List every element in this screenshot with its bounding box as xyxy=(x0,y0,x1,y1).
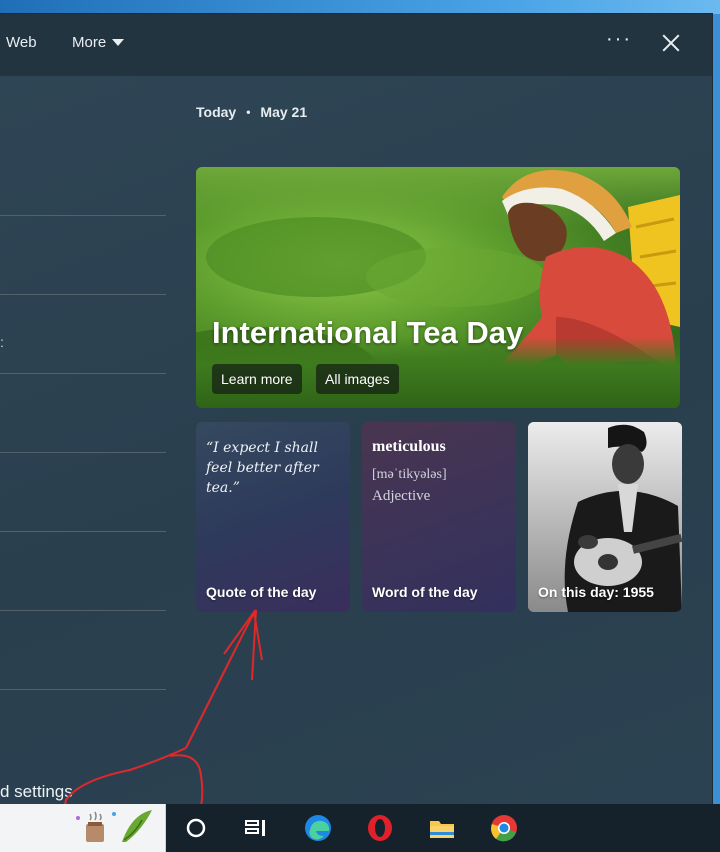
quote-of-the-day-card[interactable]: “I expect I shall feel better after tea.… xyxy=(196,422,350,612)
word-of-the-day-card[interactable]: meticulous [məˈtikyələs] Adjective Word … xyxy=(362,422,516,612)
desktop-background xyxy=(0,0,720,14)
left-pane: : d settings xyxy=(0,76,168,804)
file-explorer-icon[interactable] xyxy=(426,812,458,844)
chevron-down-icon xyxy=(112,39,125,46)
ellipsis-icon[interactable]: ··· xyxy=(606,28,632,51)
divider xyxy=(0,610,166,611)
more-label: More xyxy=(72,34,107,51)
close-icon[interactable] xyxy=(658,30,684,56)
quote-text: “I expect I shall feel better after tea.… xyxy=(206,440,319,496)
date-label: May 21 xyxy=(260,104,308,120)
task-view-icon[interactable] xyxy=(240,812,272,844)
more-menu-button[interactable]: More xyxy=(72,34,125,51)
hero-title: International Tea Day xyxy=(212,315,524,350)
divider xyxy=(0,215,166,216)
top-bar: Web More ··· xyxy=(0,14,712,76)
search-settings-link[interactable]: d settings xyxy=(0,782,73,802)
left-pane-text-fragment: : xyxy=(0,334,4,350)
search-window: Web More ··· : d settings Today • May 21 xyxy=(0,14,712,804)
word-pronunciation: [məˈtikyələs] xyxy=(372,467,447,482)
card-label: On this day: 1955 xyxy=(538,584,654,600)
tab-web[interactable]: Web xyxy=(6,34,37,51)
taskbar-search-box[interactable] xyxy=(0,804,166,852)
all-images-button[interactable]: All images xyxy=(316,364,399,394)
today-date-line: Today • May 21 xyxy=(196,104,307,120)
divider xyxy=(0,452,166,453)
card-label: Quote of the day xyxy=(206,584,317,600)
divider xyxy=(0,373,166,374)
taskbar xyxy=(0,804,720,852)
divider xyxy=(0,689,166,690)
tea-day-search-highlight-icon xyxy=(76,810,152,842)
hero-card[interactable]: International Tea Day Learn more All ima… xyxy=(196,167,680,408)
edge-icon[interactable] xyxy=(302,812,334,844)
separator: • xyxy=(246,105,251,119)
opera-icon[interactable] xyxy=(364,812,396,844)
divider xyxy=(0,531,166,532)
word-title: meticulous xyxy=(372,438,446,455)
word-part-of-speech: Adjective xyxy=(372,488,431,504)
learn-more-button[interactable]: Learn more xyxy=(212,364,302,394)
on-this-day-card[interactable]: On this day: 1955 xyxy=(528,422,682,612)
card-label: Word of the day xyxy=(372,584,478,600)
today-label: Today xyxy=(196,104,237,120)
divider xyxy=(0,294,166,295)
chrome-icon[interactable] xyxy=(488,812,520,844)
cortana-icon[interactable] xyxy=(180,812,212,844)
